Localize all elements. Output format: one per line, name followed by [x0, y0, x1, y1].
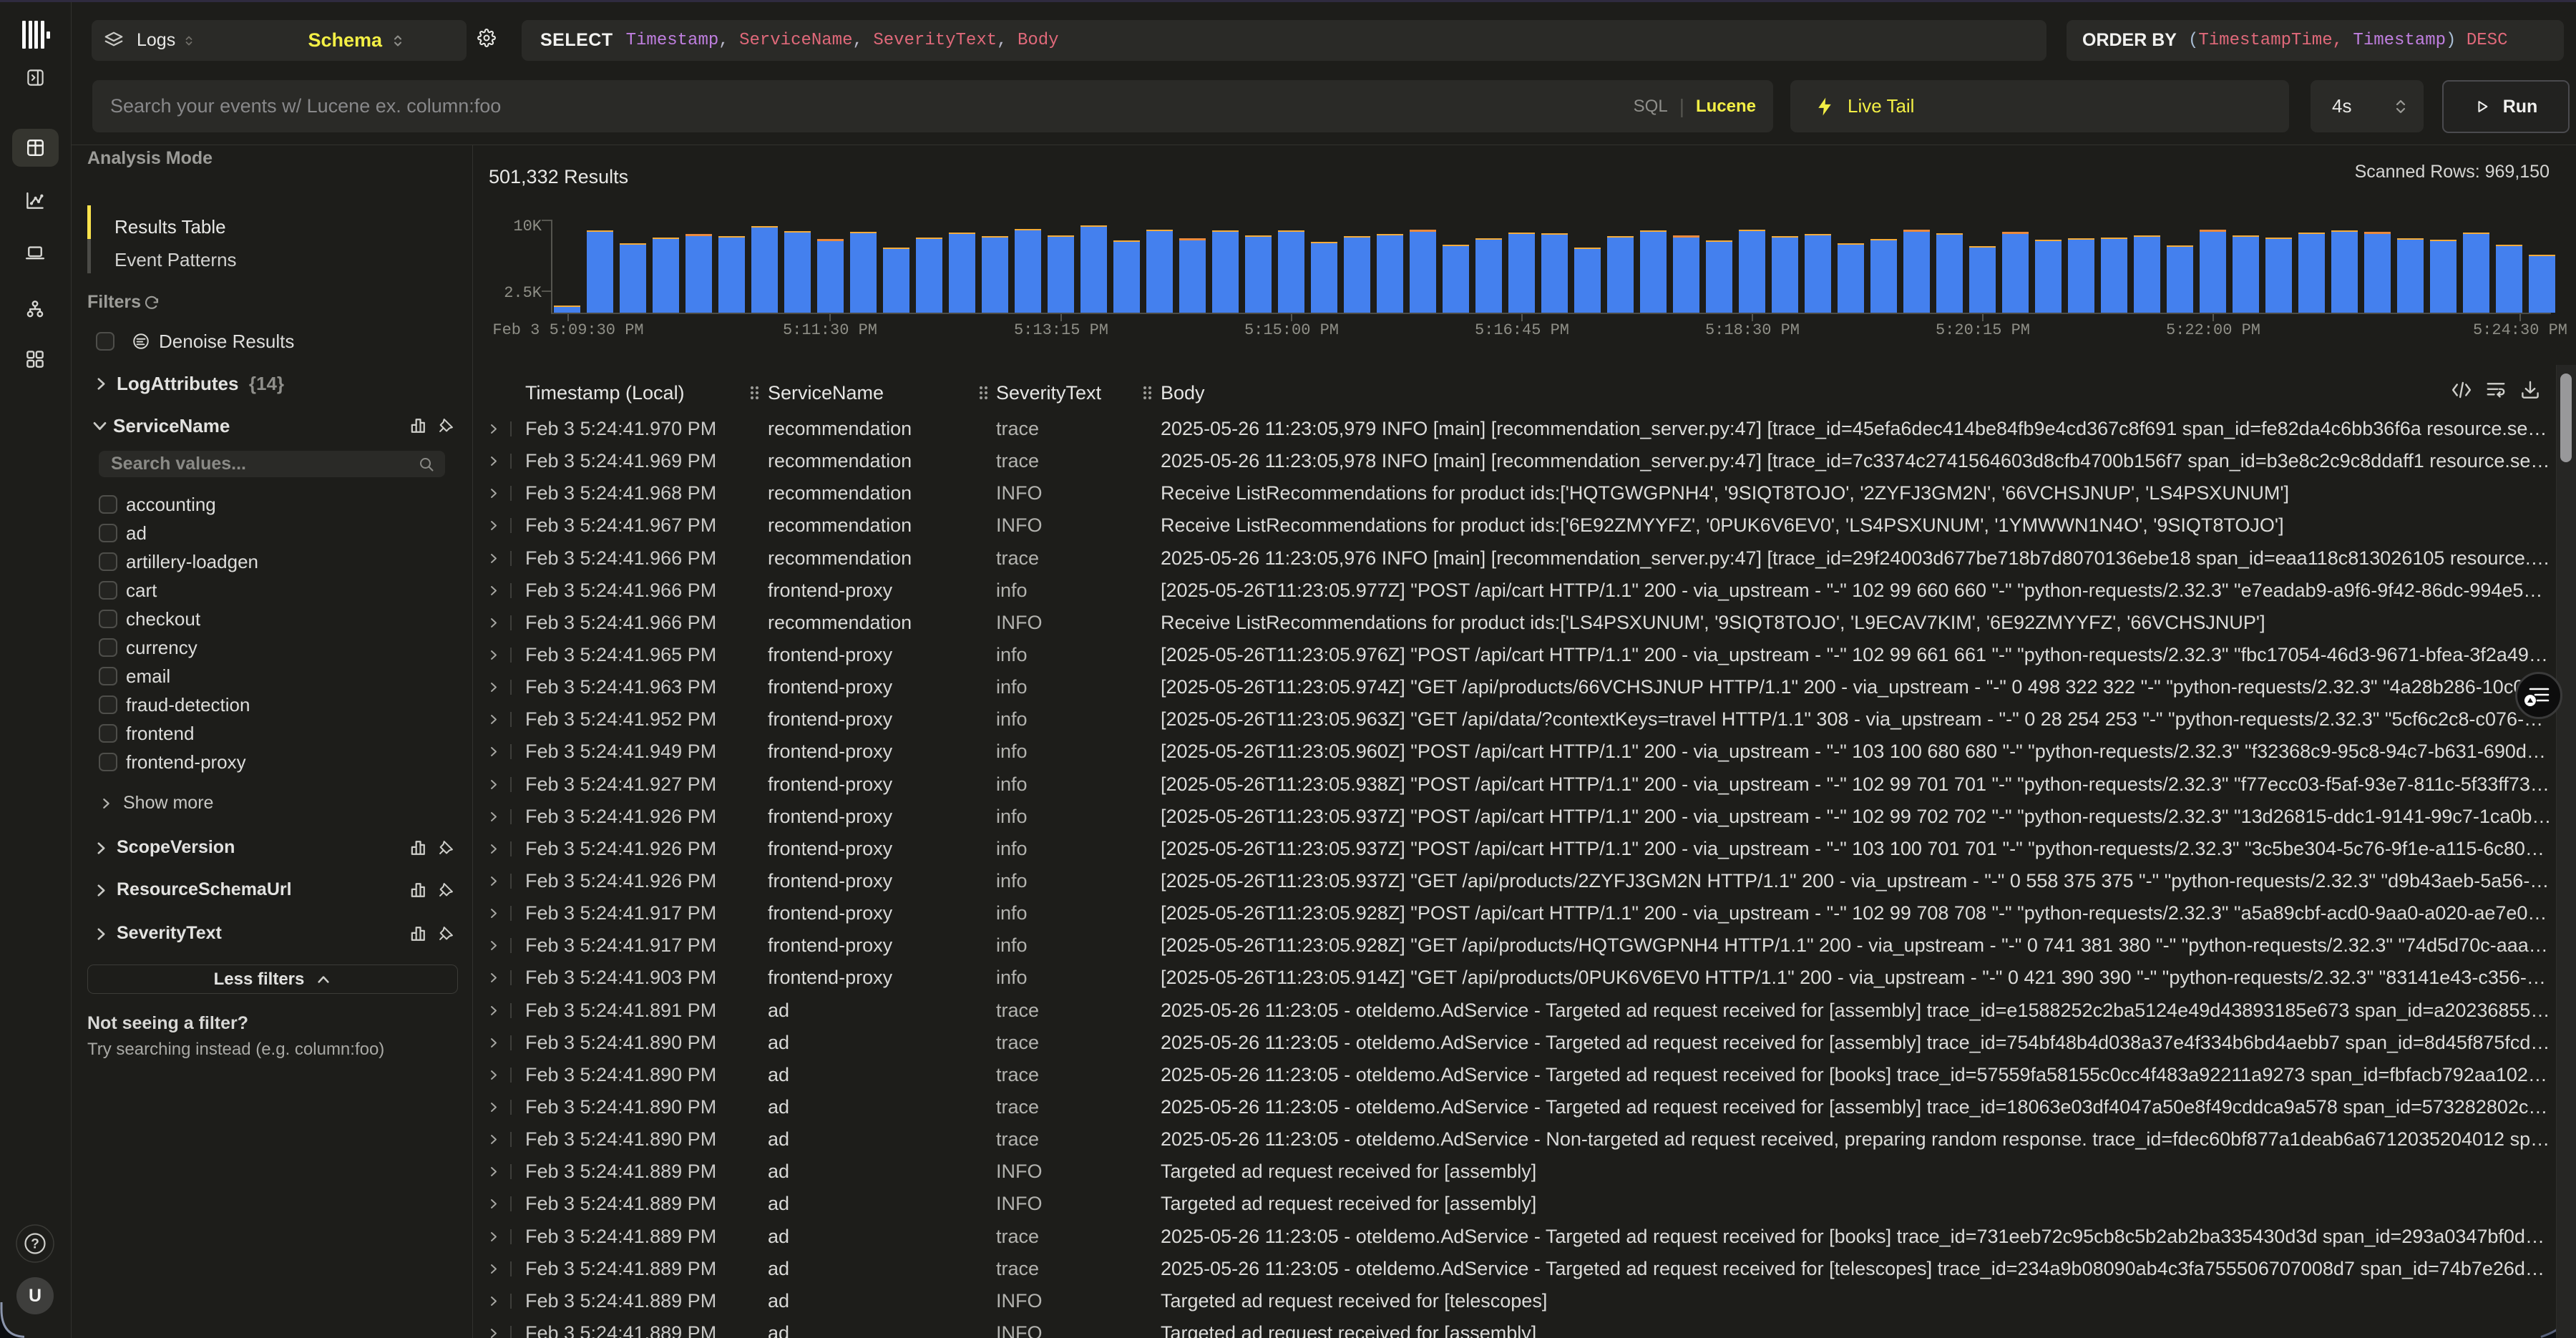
svg-text:?: ? — [31, 1237, 39, 1252]
